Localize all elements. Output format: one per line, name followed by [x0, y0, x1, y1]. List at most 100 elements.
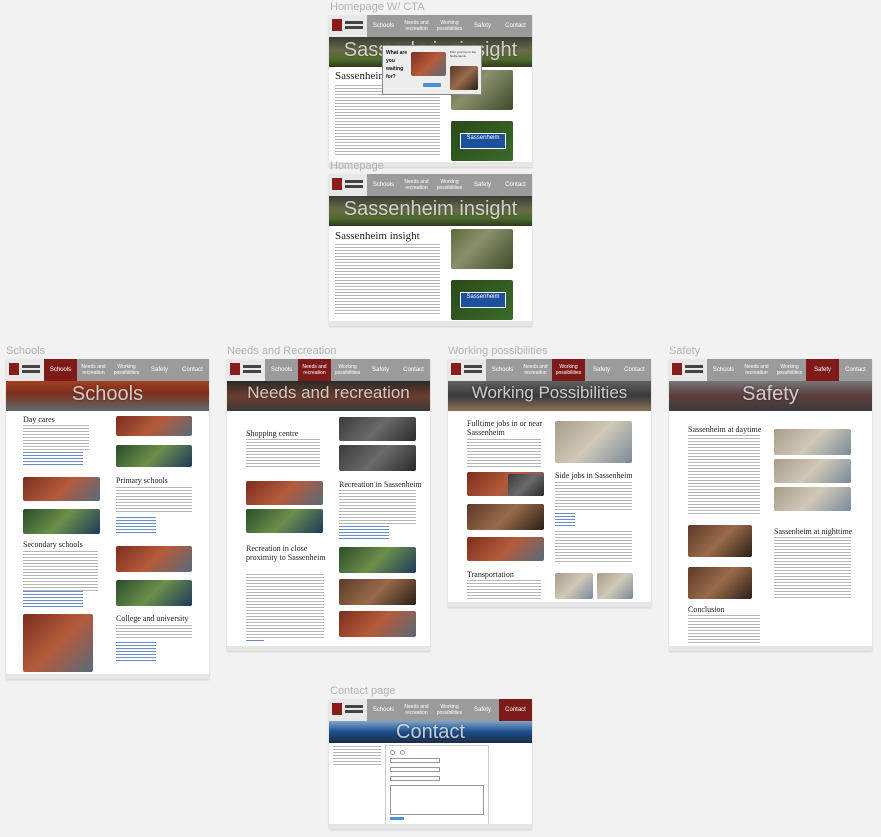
link-list[interactable]: [555, 513, 575, 527]
email-field[interactable]: [390, 767, 440, 772]
artboard-label-contact: Contact page: [330, 685, 396, 697]
body-text: [246, 439, 320, 467]
heading-college: College and university: [116, 614, 189, 623]
nav-contact[interactable]: Contact: [618, 359, 651, 381]
read-more-link[interactable]: [246, 640, 264, 642]
cta-side-image: [450, 66, 478, 90]
heading-shopping: Shopping centre: [246, 429, 299, 438]
body-text: [339, 490, 416, 526]
cta-button[interactable]: [423, 83, 441, 87]
nav-safety[interactable]: Safety: [364, 359, 397, 381]
nav-contact[interactable]: Contact: [839, 359, 872, 381]
nav-contact[interactable]: Contact: [499, 174, 532, 196]
nav-safety[interactable]: Safety: [466, 174, 499, 196]
nav-schools[interactable]: Schools: [367, 15, 400, 37]
nav-needs[interactable]: Needs and recreation: [519, 359, 552, 381]
street-day-image: [774, 487, 851, 511]
nav-bar: Schools Needs and recreation Working pos…: [669, 359, 872, 381]
nav-needs[interactable]: Needs and recreation: [77, 359, 110, 381]
school-image: [23, 477, 100, 501]
radio-option[interactable]: [390, 750, 395, 755]
heading-day-cares: Day cares: [23, 415, 55, 424]
nav-work[interactable]: Working possibilities: [773, 359, 806, 381]
name-field[interactable]: [390, 758, 440, 763]
nav-needs[interactable]: Needs and recreation: [400, 699, 433, 721]
heading-nighttime: Sassenheim at nighttime: [774, 527, 853, 536]
nav-safety[interactable]: Safety: [466, 15, 499, 37]
submit-button[interactable]: [390, 817, 404, 820]
link-list[interactable]: [339, 526, 389, 540]
link-list[interactable]: [116, 517, 156, 535]
footer: [448, 602, 651, 607]
street-night-image: [688, 567, 752, 599]
nav-contact[interactable]: Contact: [499, 15, 532, 37]
message-field[interactable]: [390, 785, 484, 815]
body-text: [23, 425, 89, 451]
body-text: [555, 531, 632, 563]
heading-secondary-schools: Secondary schools: [23, 540, 83, 549]
nav-schools[interactable]: Schools: [486, 359, 519, 381]
body-text: [467, 439, 541, 467]
nav-bar: Schools Needs and recreation Working pos…: [329, 174, 532, 196]
nav-work[interactable]: Working possibilities: [331, 359, 364, 381]
hero-banner: Working Possibilities: [448, 381, 651, 411]
artboard-contact: Schools Needs and recreation Working pos…: [329, 699, 532, 829]
hero-title: Contact: [396, 721, 465, 743]
street-day-image: [774, 459, 851, 483]
work-image: [467, 537, 544, 561]
body-text: [688, 435, 760, 515]
body-text: [688, 615, 760, 645]
nav-schools[interactable]: Schools: [707, 359, 740, 381]
footer: [227, 646, 430, 651]
link-list[interactable]: [23, 452, 83, 466]
nav-schools[interactable]: Schools: [367, 174, 400, 196]
nav-work[interactable]: Working possibilities: [433, 699, 466, 721]
heading-side-jobs: Side jobs in Sassenheim: [555, 471, 633, 480]
recreation-image: [339, 579, 416, 605]
hero-banner: Sassenheim insight: [329, 196, 532, 226]
body-text: [23, 551, 98, 593]
nav-schools[interactable]: Schools: [367, 699, 400, 721]
link-list[interactable]: [23, 591, 83, 607]
link-list[interactable]: [116, 642, 156, 662]
logo: [329, 174, 367, 196]
heading-transportation: Transportation: [467, 570, 514, 579]
nav-safety[interactable]: Safety: [143, 359, 176, 381]
contact-form: [385, 745, 489, 825]
shop-image: [339, 417, 416, 441]
nav-schools[interactable]: Schools: [265, 359, 298, 381]
street-image: [555, 421, 632, 463]
nav-needs[interactable]: Needs and recreation: [298, 359, 331, 381]
school-image: [116, 416, 192, 436]
nav-contact[interactable]: Contact: [499, 699, 532, 721]
phone-field[interactable]: [390, 776, 440, 781]
nav-safety[interactable]: Safety: [806, 359, 839, 381]
nav-needs[interactable]: Needs and recreation: [400, 174, 433, 196]
school-image: [116, 546, 192, 572]
body-text: [467, 580, 541, 600]
nav-schools[interactable]: Schools: [44, 359, 77, 381]
nav-work[interactable]: Working possibilities: [110, 359, 143, 381]
nav-bar: Schools Needs and recreation Working pos…: [329, 15, 532, 37]
hero-banner: Contact: [329, 721, 532, 743]
nav-bar: Schools Needs and recreation Working pos…: [6, 359, 209, 381]
nav-needs[interactable]: Needs and recreation: [400, 15, 433, 37]
nav-work[interactable]: Working possibilities: [433, 15, 466, 37]
nav-work[interactable]: Working possibilities: [433, 174, 466, 196]
cta-side-text: Plan your trip to the Netherlands: [450, 50, 477, 58]
nav-safety[interactable]: Safety: [585, 359, 618, 381]
nav-bar: Schools Needs and recreation Working pos…: [329, 699, 532, 721]
nav-contact[interactable]: Contact: [397, 359, 430, 381]
nav-work[interactable]: Working possibilities: [552, 359, 585, 381]
page-heading: Sassenheim: [335, 70, 387, 82]
radio-option[interactable]: [400, 750, 405, 755]
nav-contact[interactable]: Contact: [176, 359, 209, 381]
body-text: [246, 574, 324, 638]
heading-recreation-close: Recreation in close proximity to Sassenh…: [246, 544, 326, 562]
artboard-label-home: Homepage: [330, 160, 384, 172]
nav-safety[interactable]: Safety: [466, 699, 499, 721]
hero-banner: Safety: [669, 381, 872, 411]
artboard-schools: Schools Needs and recreation Working pos…: [6, 359, 209, 679]
cta-popup: What are you waiting for? Plan your trip…: [382, 45, 482, 95]
nav-needs[interactable]: Needs and recreation: [740, 359, 773, 381]
